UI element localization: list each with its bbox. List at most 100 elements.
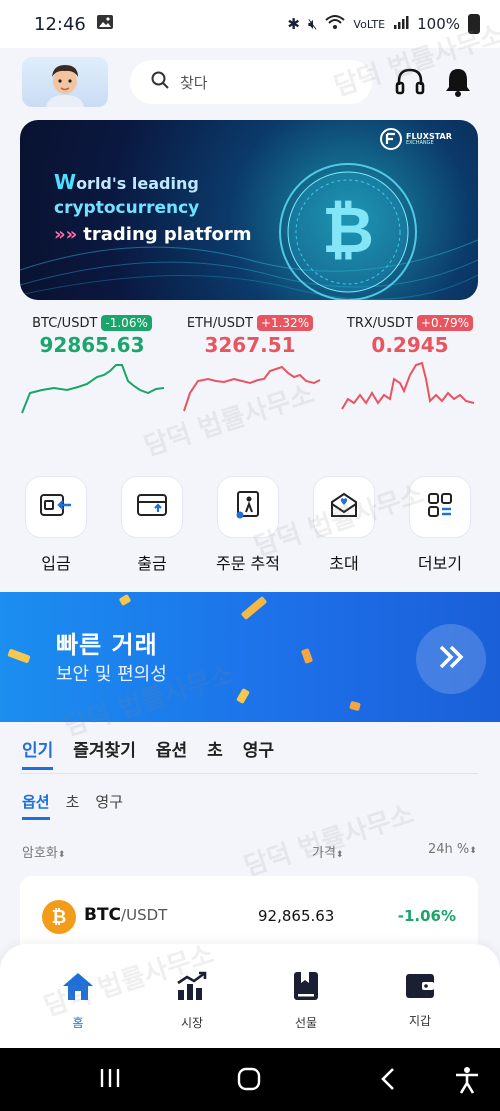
system-nav-bar: [0, 1048, 500, 1111]
ticker-pair: ETH/USDT: [186, 315, 253, 331]
banner-line-3: »» trading platform: [54, 224, 252, 245]
header: 찾다: [0, 48, 500, 116]
row-pair: BTC/USDT: [84, 905, 168, 925]
market-subtabs: 옵션 초 영구: [22, 791, 123, 820]
trx-sparkline: [341, 361, 475, 410]
subtab-perpetual[interactable]: 영구: [95, 791, 123, 820]
search-placeholder: 찾다: [180, 73, 208, 92]
sort-icon: ⬍: [335, 850, 344, 860]
row-price: 92,865.63: [258, 907, 335, 925]
grid-more-icon: [427, 492, 453, 522]
logo-sub: EXCHANGE: [406, 139, 434, 146]
banner-line-1: World's leading: [54, 170, 199, 194]
ticker-trx[interactable]: TRX/USDT +0.79% 0.2945: [330, 315, 490, 420]
ticker-change-badge: +0.79%: [416, 315, 474, 331]
bluetooth-icon: ✱: [287, 15, 300, 33]
ticker-eth[interactable]: ETH/USDT +1.32% 3267.51: [170, 315, 330, 420]
headset-icon[interactable]: [394, 66, 426, 102]
home-icon: [61, 973, 95, 1006]
battery-icon: [468, 14, 480, 34]
ticker-row: BTC/USDT -1.06% 92865.63 ETH/USDT +1.32% 3…: [0, 315, 500, 425]
market-chart-icon: [175, 971, 209, 1006]
ticker-pair: TRX/USDT: [346, 315, 413, 331]
tab-popular[interactable]: 인기: [22, 736, 54, 770]
search-icon: [150, 70, 170, 94]
confetti: [7, 648, 31, 664]
promo-banner[interactable]: ₿ FLUXSTAR EXCHANGE World's leading cryp…: [20, 120, 478, 300]
nav-wallet[interactable]: 지갑: [380, 970, 460, 1029]
tabs-divider: [20, 773, 478, 774]
action-label: 입금: [41, 554, 71, 573]
order-track-button[interactable]: 주문 추적: [204, 476, 292, 574]
action-label: 더보기: [417, 554, 463, 573]
promo-go-button[interactable]: [416, 624, 486, 694]
tab-perpetual[interactable]: 영구: [243, 736, 274, 770]
invite-button[interactable]: 초대: [300, 476, 388, 574]
wallet-icon: [404, 974, 436, 1004]
volte-label: VoLTE: [353, 17, 386, 31]
mute-icon: 🔇︎: [307, 15, 318, 33]
gallery-notification-icon: [96, 14, 114, 35]
table-row[interactable]: ₿ BTC/USDT 92,865.63 -1.06%: [20, 876, 478, 954]
nav-home[interactable]: 홈: [38, 970, 118, 1031]
sort-price[interactable]: 가격⬍: [312, 842, 343, 861]
sort-coin[interactable]: 암호화⬍: [22, 842, 65, 861]
card-withdraw-icon: [136, 492, 168, 522]
tab-favorites[interactable]: 즐겨찾기: [73, 736, 136, 770]
ticker-btc[interactable]: BTC/USDT -1.06% 92865.63: [12, 315, 172, 420]
deposit-button[interactable]: 입금: [12, 476, 100, 574]
wallet-deposit-icon: [39, 491, 73, 523]
order-track-icon: [234, 490, 262, 524]
futures-book-icon: [291, 972, 321, 1006]
signal-icon: [393, 14, 409, 34]
recents-icon[interactable]: [98, 1066, 122, 1094]
double-chevron-right-icon: [435, 641, 467, 677]
nav-futures[interactable]: 선물: [266, 970, 346, 1031]
confetti: [236, 687, 250, 705]
action-label: 초대: [329, 554, 359, 573]
bitcoin-icon: ₿: [42, 900, 76, 934]
watermark: 담덕 법률사무소: [240, 799, 418, 883]
confetti: [240, 595, 268, 621]
market-tabs: 인기 즐겨찾기 옵션 초 영구: [22, 736, 274, 770]
status-bar: 12:46 ✱ 🔇︎ VoLTE 100%: [0, 0, 500, 48]
home-button-icon[interactable]: [236, 1066, 262, 1096]
promo-subtitle: 보안 및 편의성: [56, 664, 167, 685]
confetti: [300, 648, 314, 664]
action-label: 주문 추적: [216, 554, 280, 573]
banner-line-2: cryptocurrency: [54, 198, 200, 218]
sort-icon: ⬍: [469, 846, 477, 856]
status-time: 12:46: [34, 13, 86, 35]
svg-text:₿: ₿: [322, 194, 374, 268]
tab-options[interactable]: 옵션: [156, 736, 187, 770]
row-change: -1.06%: [397, 907, 456, 925]
btc-sparkline: [21, 364, 165, 414]
confetti: [118, 594, 132, 606]
back-icon[interactable]: [378, 1066, 398, 1096]
sort-icon: ⬍: [57, 850, 66, 860]
subtab-options[interactable]: 옵션: [22, 791, 50, 820]
ticker-change-badge: -1.06%: [101, 315, 152, 331]
withdraw-button[interactable]: 출금: [108, 476, 196, 574]
nav-market[interactable]: 시장: [152, 970, 232, 1031]
battery-text: 100%: [417, 15, 460, 33]
invite-mail-icon: [329, 491, 359, 523]
avatar[interactable]: [22, 57, 108, 107]
promo-title: 빠른 거래: [56, 631, 158, 659]
ticker-pair: BTC/USDT: [32, 315, 98, 331]
wifi-icon: [325, 14, 346, 34]
accessibility-icon[interactable]: [454, 1066, 480, 1098]
subtab-seconds[interactable]: 초: [66, 791, 80, 820]
confetti: [349, 700, 361, 712]
ticker-change-badge: +1.32%: [256, 315, 314, 331]
quick-trade-banner[interactable]: 빠른 거래 보안 및 편의성: [0, 592, 500, 722]
bell-icon[interactable]: [444, 66, 472, 102]
fluxstar-logo: FLUXSTAR EXCHANGE: [380, 128, 452, 150]
eth-sparkline: [183, 365, 321, 412]
quick-actions: 입금 출금 주문 추적 초대 더보기: [0, 476, 500, 586]
more-button[interactable]: 더보기: [396, 476, 484, 574]
action-label: 출금: [137, 554, 167, 573]
tab-seconds[interactable]: 초: [207, 736, 223, 770]
sort-change[interactable]: 24h %⬍: [428, 842, 477, 857]
search-input[interactable]: 찾다: [130, 60, 372, 104]
